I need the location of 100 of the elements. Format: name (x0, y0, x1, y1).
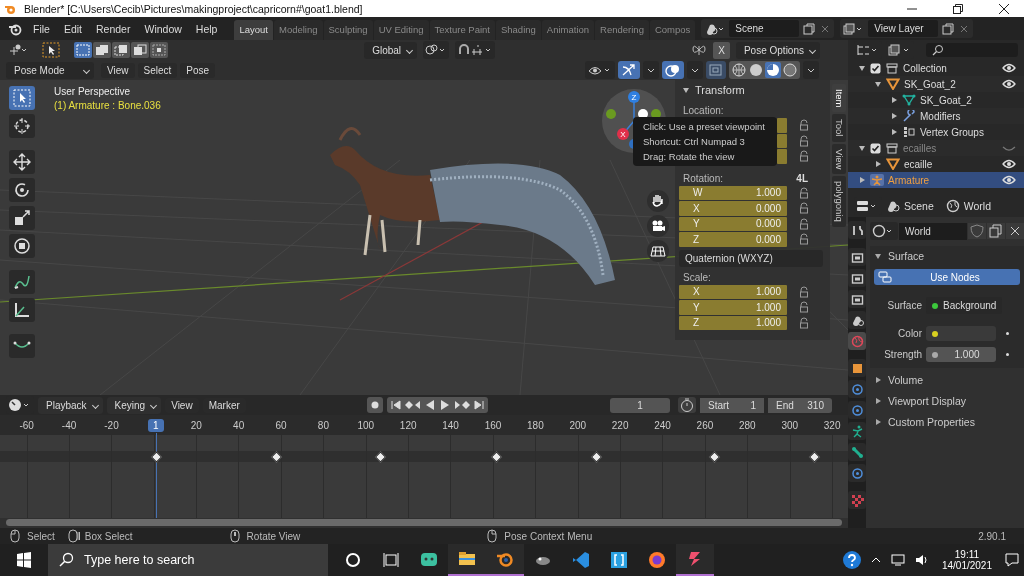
visibility-icon[interactable] (585, 61, 615, 79)
splice-app-icon[interactable] (676, 544, 714, 576)
outliner-row[interactable]: Vertex Groups (848, 124, 1024, 140)
expand-arrow-icon[interactable] (890, 128, 898, 136)
strength-field[interactable]: 1.000 (926, 347, 996, 362)
workspace-tab[interactable]: Animation (541, 20, 595, 40)
outliner-row[interactable]: Collection (848, 60, 1024, 76)
lock-icon[interactable] (799, 301, 809, 314)
copy-icon[interactable] (987, 223, 1005, 239)
checkbox[interactable] (870, 142, 881, 154)
move-tool-icon[interactable] (9, 150, 35, 174)
color-socket-field[interactable] (926, 326, 996, 341)
rotation-field[interactable]: Z 0.000 (679, 232, 787, 247)
eye-icon[interactable] (1002, 175, 1016, 185)
surface-shader-field[interactable]: Background (926, 297, 1003, 314)
record-icon[interactable] (367, 397, 384, 413)
previous-keyframe-icon[interactable] (404, 398, 423, 412)
select-invert-icon[interactable] (131, 42, 149, 58)
sidebar-tab[interactable]: Item (832, 84, 846, 113)
pose-tab-icon[interactable] (848, 422, 866, 440)
snap-icon[interactable] (455, 41, 496, 59)
outliner-row[interactable]: ecaille (848, 156, 1024, 172)
expand-arrow-icon[interactable] (858, 176, 866, 184)
close-icon[interactable] (998, 2, 1010, 15)
menu-item[interactable]: Playback (38, 396, 103, 414)
workspace-tab[interactable]: Shading (495, 20, 541, 40)
select-subtract-icon[interactable] (112, 42, 130, 58)
clock-date[interactable]: 14/01/2021 (941, 560, 992, 571)
close-icon[interactable] (1006, 223, 1024, 239)
rotation-field[interactable]: X 0.000 (679, 201, 787, 216)
search-field[interactable] (926, 43, 1018, 57)
notifications-icon[interactable] (1004, 552, 1020, 568)
workspace-tab[interactable]: Sculpting (323, 20, 373, 40)
scale-tool-icon[interactable] (9, 206, 35, 230)
playhead[interactable]: 1 (148, 418, 164, 432)
rotation-field[interactable]: Y 0.000 (679, 216, 787, 231)
expand-arrow-icon[interactable] (890, 96, 898, 104)
use-nodes-button[interactable]: Use Nodes (874, 269, 1020, 285)
texture-tab-icon[interactable] (848, 491, 866, 509)
collapse-arrow-icon[interactable] (874, 80, 882, 88)
select-new-icon[interactable] (74, 42, 92, 58)
annotate-tool-icon[interactable] (9, 270, 35, 294)
collapse-arrow-icon[interactable] (858, 144, 866, 152)
cursor-tool-icon[interactable] (9, 114, 35, 138)
menu-item[interactable]: Window (137, 22, 189, 35)
transform-tool-icon[interactable] (9, 234, 35, 258)
orientation-dropdown[interactable]: Global (364, 41, 418, 59)
measure-tool-icon[interactable] (9, 298, 35, 322)
help-icon[interactable] (841, 550, 862, 570)
clock-time[interactable]: 19:11 (954, 549, 980, 560)
eye-icon[interactable] (1002, 159, 1016, 169)
dropdown-icon[interactable] (687, 61, 703, 79)
stopwatch-icon[interactable] (678, 397, 696, 413)
next-keyframe-icon[interactable] (453, 398, 472, 412)
view-layer-field[interactable]: View Layer (868, 20, 939, 37)
panel-header[interactable]: Viewport Display (870, 391, 1024, 410)
expand-arrow-icon[interactable] (874, 160, 882, 168)
wireframe-shading-icon[interactable] (731, 62, 747, 78)
menu-item[interactable]: Render (89, 22, 138, 35)
material-shading-icon[interactable] (765, 62, 781, 78)
pose-options-dropdown[interactable]: Pose Options (735, 41, 820, 59)
select-tool-icon[interactable] (9, 86, 35, 110)
scale-field[interactable]: Z 1.000 (679, 315, 787, 330)
copy-icon[interactable] (941, 21, 956, 36)
menu-item[interactable]: File (26, 22, 57, 35)
scale-field[interactable]: Y 1.000 (679, 300, 787, 315)
dropdown-icon[interactable] (643, 61, 659, 79)
rotate-tool-icon[interactable] (9, 178, 35, 202)
rendered-shading-icon[interactable] (782, 62, 798, 78)
select-intersect-icon[interactable] (150, 42, 168, 58)
dropdown-icon[interactable] (803, 61, 819, 79)
blender-app-icon[interactable] (486, 544, 524, 576)
eye-icon[interactable] (1002, 63, 1016, 73)
lock-icon[interactable] (799, 316, 809, 329)
panel-header[interactable]: Custom Properties (870, 412, 1024, 431)
panel-header[interactable]: Surface (870, 246, 1024, 265)
view-layer-tab-icon[interactable] (848, 290, 866, 308)
xray-icon[interactable] (706, 61, 726, 79)
end-frame-field[interactable]: End 310 (768, 397, 832, 413)
eye-icon[interactable] (1002, 79, 1016, 89)
taskbar-search-field[interactable]: Type here to search (48, 544, 328, 576)
jump-end-icon[interactable] (472, 398, 487, 412)
workspace-tab[interactable]: Rendering (595, 20, 649, 40)
workspace-tab[interactable]: Texture Paint (429, 20, 495, 40)
location-field[interactable] (777, 149, 787, 164)
panel-title[interactable]: Transform (695, 84, 745, 96)
rotation-lock-badge[interactable]: 4L (796, 172, 808, 186)
mirror-x-toggle[interactable]: X (713, 41, 730, 59)
checkbox[interactable] (870, 62, 881, 74)
camera-icon[interactable] (647, 215, 669, 237)
lock-icon[interactable] (799, 134, 809, 147)
bone-constraints-tab-icon[interactable] (848, 464, 866, 482)
sidebar-tab[interactable]: View (832, 143, 846, 175)
sidebar-tab[interactable]: Tool (832, 114, 846, 142)
pivot-icon[interactable] (423, 41, 450, 59)
select-extend-icon[interactable] (93, 42, 111, 58)
current-frame-field[interactable]: 1 (610, 397, 670, 413)
expand-arrow-icon[interactable] (890, 112, 898, 120)
scene-field[interactable]: Scene (729, 20, 800, 37)
lock-icon[interactable] (799, 119, 809, 132)
